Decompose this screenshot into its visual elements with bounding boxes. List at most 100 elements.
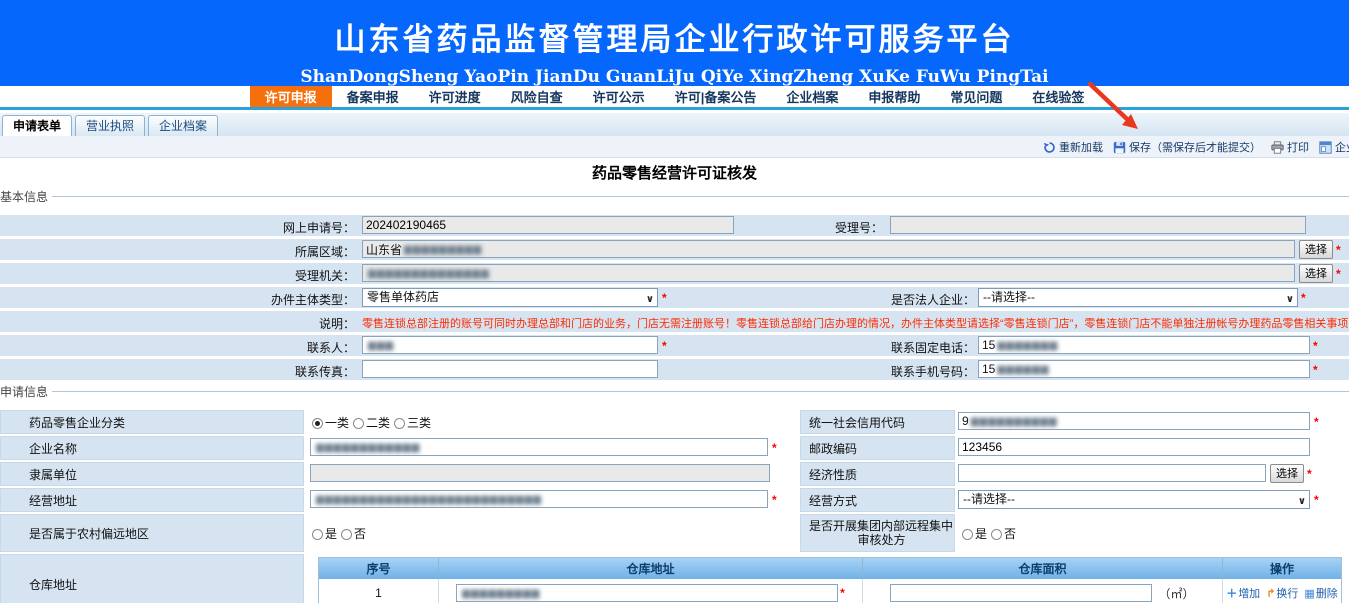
nav-item-declare-help[interactable]: 申报帮助: [853, 86, 935, 107]
required-mark: *: [1336, 267, 1341, 281]
nav-item-license-progress[interactable]: 许可进度: [414, 86, 496, 107]
form-area: 药品零售经营许可证核发 基本信息 网上申请号： 受理号： 所属区域： 山东省 ▆…: [0, 158, 1349, 603]
chevron-down-icon: ∨: [1298, 493, 1306, 509]
delete-row-button[interactable]: ▦删除: [1304, 585, 1337, 601]
banner: 山东省药品监督管理局企业行政许可服务平台 ShanDongSheng YaoPi…: [0, 0, 1349, 86]
accept-no-input[interactable]: [890, 216, 1306, 234]
field-label: 是否法人企业：: [891, 291, 975, 308]
nav-item-enterprise-archive[interactable]: 企业档案: [771, 86, 853, 107]
save-button[interactable]: 保存（需保存后才能提交）: [1113, 139, 1261, 155]
masked-value: ▆▆▆▆▆▆▆▆▆: [462, 588, 540, 599]
row-company-name: 企业名称 ▆▆▆▆▆▆▆▆▆▆▆▆ * 邮政编码: [0, 436, 1349, 460]
econ-nature-input[interactable]: [958, 464, 1266, 482]
contact-input[interactable]: ▆▆▆: [362, 336, 658, 354]
field-label: 所属区域：: [295, 243, 355, 260]
reload-button[interactable]: 重新加载: [1043, 139, 1103, 155]
required-mark: *: [1301, 291, 1306, 305]
field-label: 受理机关：: [295, 267, 355, 284]
organ-input[interactable]: ▆▆▆▆▆▆▆▆▆▆▆▆▆▆: [362, 264, 1295, 282]
masked-value: ▆▆▆▆▆▆▆▆▆▆▆▆▆▆: [368, 268, 490, 279]
field-label: 是否开展集团内部远程集中 审核处方: [800, 514, 955, 552]
credit-code-input[interactable]: 9 ▆▆▆▆▆▆▆▆▆▆: [958, 412, 1310, 430]
note-text: 零售连锁总部注册的账号可同时办理总部和门店的业务，门店无需注册账号！零售连锁总部…: [362, 315, 1349, 331]
chevron-down-icon: ∨: [646, 291, 654, 307]
row-warehouse: 仓库地址 序号 仓库地址 仓库面积 操作 1 ▆▆▆▆▆▆▆▆▆: [0, 554, 1349, 603]
tel-input[interactable]: 15 ▆▆▆▆▆▆▆: [978, 336, 1310, 354]
econ-nature-choose-button[interactable]: 选择: [1270, 464, 1304, 483]
row-contact: 联系人： ▆▆▆ * 联系固定电话： 15 ▆▆▆▆▆▆▆ *: [0, 335, 1349, 356]
field-label: 仓库地址: [0, 554, 304, 603]
field-label: 联系手机号码：: [891, 363, 975, 380]
nav-item-online-verify[interactable]: 在线验签: [1017, 86, 1099, 107]
print-button[interactable]: 打印: [1271, 139, 1309, 155]
masked-value: ▆▆▆▆▆▆▆▆▆▆▆▆▆▆▆▆▆▆▆▆▆▆▆▆▆▆: [316, 494, 542, 505]
fax-input[interactable]: [362, 360, 658, 378]
field-label: 网上申请号：: [283, 219, 355, 236]
affiliation-input[interactable]: [310, 464, 770, 482]
verify-button[interactable]: 企业核验: [1319, 139, 1349, 155]
masked-value: ▆▆▆▆▆▆▆▆▆▆▆▆: [316, 442, 420, 453]
required-mark: *: [1314, 415, 1319, 429]
business-mode-select[interactable]: --请选择-- ∨: [958, 490, 1310, 509]
required-mark: *: [662, 291, 667, 305]
radio-class-2[interactable]: [353, 418, 364, 429]
swap-arrow-icon: ↱: [1266, 587, 1275, 600]
apply-no-input[interactable]: [362, 216, 734, 234]
app-window: 山东省药品监督管理局企业行政许可服务平台 ShanDongSheng YaoPi…: [0, 0, 1349, 603]
app-title: 山东省药品监督管理局企业行政许可服务平台: [0, 0, 1349, 59]
nav-item-license-declare[interactable]: 许可申报: [250, 86, 332, 107]
field-label: 企业名称: [0, 436, 304, 460]
required-mark: *: [1313, 339, 1318, 353]
required-mark: *: [662, 339, 667, 353]
swap-row-button[interactable]: ↱换行: [1266, 585, 1298, 601]
mobile-input[interactable]: 15 ▆▆▆▆▆▆: [978, 360, 1310, 378]
radio-class-1[interactable]: [312, 418, 323, 429]
add-row-button[interactable]: ＋增加: [1226, 585, 1260, 601]
section-basic-info: 基本信息 网上申请号： 受理号： 所属区域： 山东省 ▆▆▆▆▆▆▆▆▆ 选择 …: [0, 188, 1349, 383]
postcode-input[interactable]: [958, 438, 1310, 456]
main-nav: 许可申报 备案申报 许可进度 风险自查 许可公示 许可|备案公告 企业档案 申报…: [0, 86, 1349, 110]
nav-item-record-declare[interactable]: 备案申报: [332, 86, 414, 107]
warehouse-area-input[interactable]: [890, 584, 1152, 602]
save-icon: [1113, 141, 1126, 154]
field-label: 办件主体类型：: [271, 291, 355, 308]
organ-choose-button[interactable]: 选择: [1299, 264, 1333, 283]
row-apply-no: 网上申请号： 受理号：: [0, 215, 1349, 236]
region-choose-button[interactable]: 选择: [1299, 240, 1333, 259]
field-label: 经营地址: [0, 488, 304, 512]
chevron-down-icon: ∨: [1286, 291, 1294, 307]
radio-group-review-no[interactable]: [991, 529, 1002, 540]
radio-rural-yes[interactable]: [312, 529, 323, 540]
radio-rural-no[interactable]: [341, 529, 352, 540]
nav-item-faq[interactable]: 常见问题: [935, 86, 1017, 107]
tab-application-form[interactable]: 申请表单: [2, 115, 72, 136]
field-label: 联系固定电话：: [891, 339, 975, 356]
required-mark: *: [772, 441, 777, 455]
radio-class-3[interactable]: [394, 418, 405, 429]
reload-icon: [1043, 141, 1056, 154]
nav-item-license-record-notice[interactable]: 许可|备案公告: [660, 86, 772, 107]
required-mark: *: [1313, 363, 1318, 377]
radio-group-review-yes[interactable]: [962, 529, 973, 540]
area-unit: （㎡）: [1158, 585, 1194, 602]
field-label: 药品零售企业分类: [0, 410, 304, 434]
address-input[interactable]: ▆▆▆▆▆▆▆▆▆▆▆▆▆▆▆▆▆▆▆▆▆▆▆▆▆▆: [310, 490, 768, 508]
required-mark: *: [1336, 243, 1341, 257]
warehouse-address-input[interactable]: ▆▆▆▆▆▆▆▆▆: [456, 584, 838, 602]
masked-value: ▆▆▆▆▆▆▆▆▆▆: [971, 416, 1058, 427]
region-input[interactable]: 山东省 ▆▆▆▆▆▆▆▆▆: [362, 240, 1295, 258]
tab-enterprise-archive[interactable]: 企业档案: [148, 115, 218, 136]
company-name-input[interactable]: ▆▆▆▆▆▆▆▆▆▆▆▆: [310, 438, 768, 456]
verify-icon: [1319, 141, 1332, 154]
field-label: 隶属单位: [0, 462, 304, 486]
tab-business-license[interactable]: 营业执照: [75, 115, 145, 136]
nav-item-risk-selfcheck[interactable]: 风险自查: [496, 86, 578, 107]
row-retail-class: 药品零售企业分类 一类二类三类 统一社会信用代码 9 ▆▆▆▆▆▆▆▆▆▆ *: [0, 410, 1349, 434]
field-label: 联系人：: [307, 339, 355, 356]
required-mark: *: [1314, 493, 1319, 507]
subject-type-select[interactable]: 零售单体药店 ∨: [362, 288, 658, 307]
nav-item-license-publicity[interactable]: 许可公示: [578, 86, 660, 107]
section-apply-info: 申请信息 药品零售企业分类 一类二类三类 统一社会信用代码 9 ▆▆▆▆▆▆▆▆…: [0, 383, 1349, 603]
is-legal-select[interactable]: --请选择-- ∨: [978, 288, 1298, 307]
field-label: 经济性质: [800, 462, 955, 486]
